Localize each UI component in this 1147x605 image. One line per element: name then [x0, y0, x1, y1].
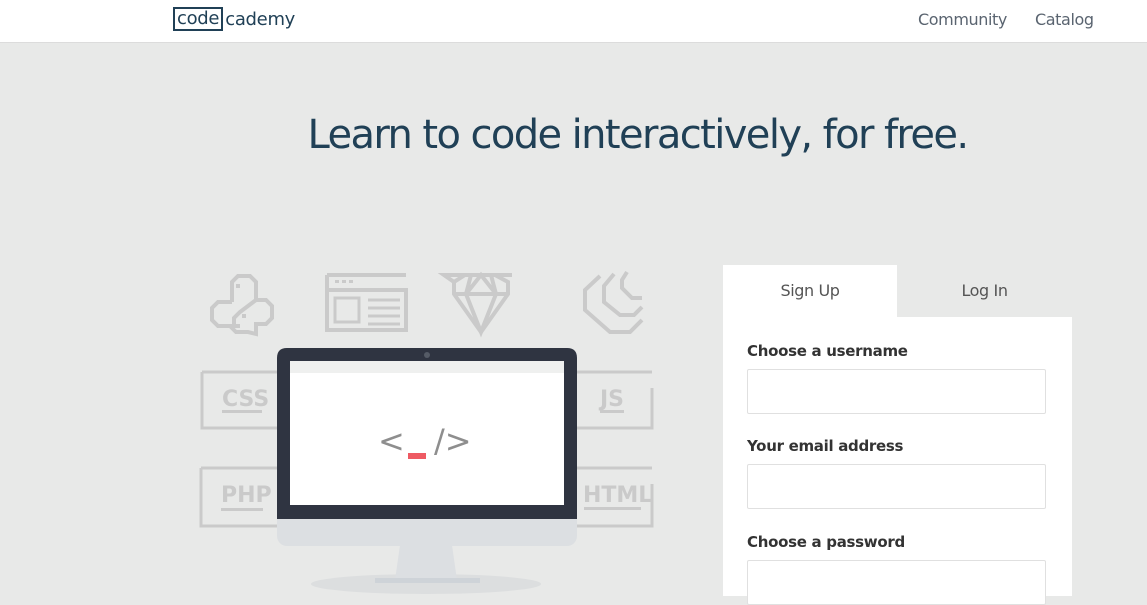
code-slash-close: /> [434, 422, 472, 460]
codecademy-logo[interactable]: code cademy [173, 7, 295, 31]
tab-log-in[interactable]: Log In [897, 265, 1072, 317]
ruby-gem-icon [437, 271, 512, 338]
email-label: Your email address [747, 437, 904, 455]
jquery-icon [583, 270, 644, 334]
nav-link-catalog[interactable]: Catalog [1035, 10, 1094, 29]
css-label: CSS [222, 387, 269, 412]
php-badge: PHP [199, 466, 280, 528]
browser-window-icon [325, 273, 408, 332]
username-input[interactable] [747, 369, 1046, 414]
html-badge: HTML [576, 466, 654, 528]
monitor-icon: < /> [277, 348, 577, 594]
css-badge: CSS [200, 370, 280, 430]
js-label: JS [598, 387, 624, 412]
hero-headline: Learn to code interactively, for free. [307, 112, 969, 158]
signup-form: Choose a username Your email address Cho… [723, 317, 1072, 605]
username-label: Choose a username [747, 342, 908, 360]
auth-panel: Sign Up Log In Choose a username Your em… [723, 265, 1072, 605]
html-label: HTML [583, 483, 652, 508]
code-angle-open: < [378, 422, 405, 460]
email-input[interactable] [747, 464, 1046, 509]
cursor-underscore [408, 453, 426, 459]
python-icon [210, 274, 274, 337]
password-label: Choose a password [747, 533, 905, 551]
logo-code-box: code [173, 7, 224, 31]
password-input[interactable] [747, 560, 1046, 605]
tab-sign-up[interactable]: Sign Up [723, 265, 897, 317]
js-badge: JS [576, 370, 654, 430]
nav-link-community[interactable]: Community [918, 10, 1007, 29]
php-label: PHP [221, 483, 272, 508]
top-nav-bar: code cademy Community Catalog [0, 0, 1147, 43]
logo-cademy-text: cademy [225, 8, 296, 30]
hero-illustration: CSS PHP JS HTML < /> [199, 270, 654, 594]
